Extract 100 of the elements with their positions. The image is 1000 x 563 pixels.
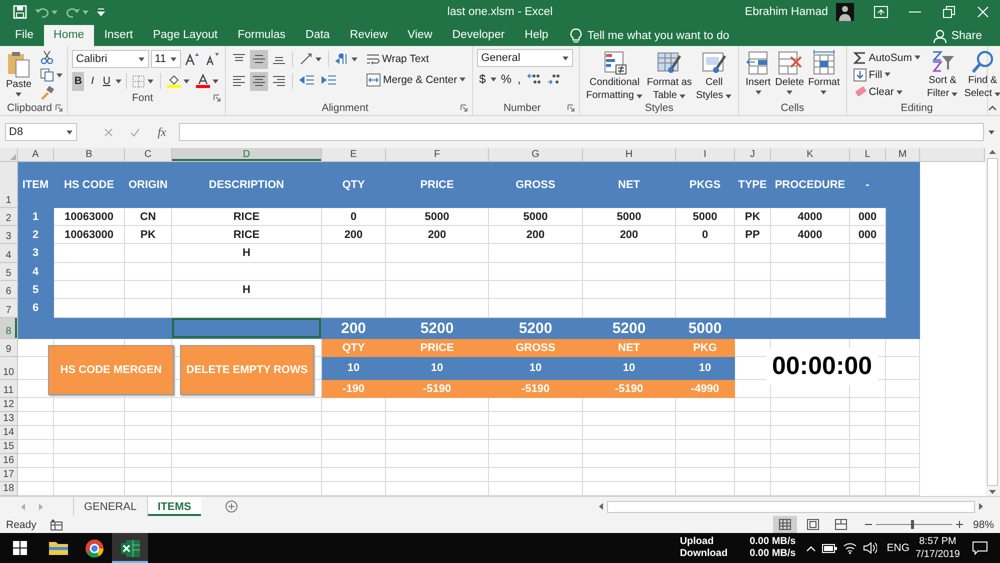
row-header[interactable]: 14 bbox=[0, 426, 18, 440]
table-cell: ORIGIN bbox=[125, 162, 172, 208]
styles-button[interactable]: Cell Styles bbox=[694, 49, 734, 101]
cells-button[interactable]: Insert bbox=[743, 49, 774, 101]
column-header[interactable]: J bbox=[735, 148, 771, 162]
group-label: Font bbox=[130, 92, 154, 104]
row-header[interactable]: 17 bbox=[0, 468, 18, 482]
column-header[interactable]: E bbox=[322, 148, 386, 162]
table-cell: H bbox=[172, 244, 322, 263]
table-cell: 4000 bbox=[771, 226, 850, 244]
column-header[interactable]: H bbox=[583, 148, 676, 162]
number-format-button[interactable]: $ bbox=[477, 70, 488, 88]
column-header[interactable]: M bbox=[886, 148, 920, 162]
ribbon-tab[interactable]: Review bbox=[340, 25, 398, 46]
row-header[interactable]: 15 bbox=[0, 440, 18, 454]
tell-me-box[interactable]: Tell me what you want to do bbox=[570, 25, 730, 46]
sheet-tab[interactable]: ITEMS bbox=[146, 497, 202, 516]
table-cell: NET bbox=[583, 339, 676, 357]
column-header[interactable]: F bbox=[386, 148, 489, 162]
row-header[interactable]: 18 bbox=[0, 482, 18, 496]
group-label: Cells bbox=[780, 102, 806, 114]
styles-button[interactable]: Conditional Formatting bbox=[584, 49, 645, 101]
ribbon-tab[interactable]: View bbox=[398, 25, 442, 46]
font-name-field[interactable]: Calibri bbox=[72, 50, 149, 68]
column-header[interactable]: B bbox=[54, 148, 125, 162]
row-header[interactable]: 9 bbox=[0, 339, 18, 357]
table-cell: 5 bbox=[18, 281, 54, 299]
user-name[interactable]: Ebrahim Hamad bbox=[744, 6, 828, 18]
fill-button[interactable]: Fill bbox=[850, 66, 923, 84]
editing-button[interactable]: Sort & Filter bbox=[924, 49, 960, 101]
group-label: Styles bbox=[644, 102, 674, 114]
ribbon-tab[interactable]: Page Layout bbox=[142, 25, 228, 46]
ribbon-tab[interactable]: File bbox=[5, 25, 44, 46]
table-cell: 5000 bbox=[386, 208, 489, 226]
table-cell: 200 bbox=[322, 318, 386, 339]
cells-button[interactable]: Delete bbox=[773, 49, 806, 101]
row-header[interactable]: 2 bbox=[0, 208, 18, 226]
ribbon-tab[interactable]: Developer bbox=[442, 25, 515, 46]
clock-time[interactable]: 8:57 PM bbox=[919, 535, 956, 548]
font-style-button[interactable]: B bbox=[72, 72, 84, 90]
merge-center-button[interactable]: Merge & Center bbox=[364, 70, 468, 89]
row-header[interactable]: 7 bbox=[0, 299, 18, 318]
table-cell: 5000 bbox=[583, 208, 676, 226]
ribbon-tab[interactable]: Home bbox=[44, 25, 94, 46]
table-cell: PRICE bbox=[386, 162, 489, 208]
styles-button[interactable]: Format as Table bbox=[644, 49, 694, 101]
table-cell: RICE bbox=[172, 208, 322, 226]
row-header[interactable]: 16 bbox=[0, 454, 18, 468]
row-header[interactable]: 1 bbox=[0, 162, 18, 208]
status-text: Ready bbox=[6, 518, 36, 530]
table-cell: 200 bbox=[322, 226, 386, 244]
column-header[interactable]: G bbox=[489, 148, 583, 162]
wrap-text-button[interactable]: Wrap Text bbox=[364, 49, 468, 68]
row-header[interactable]: 5 bbox=[0, 263, 18, 281]
insert-function-button[interactable]: fx bbox=[158, 124, 166, 140]
font-style-button[interactable]: U bbox=[100, 72, 113, 90]
language-button[interactable]: ENG bbox=[886, 542, 910, 554]
editing-button[interactable]: Find & Select bbox=[962, 49, 1000, 101]
ribbon-tab[interactable]: Help bbox=[514, 25, 558, 46]
table-cell: DESCRIPTION bbox=[172, 162, 322, 208]
autosum-button[interactable]: AutoSum bbox=[850, 49, 923, 66]
row-header[interactable]: 13 bbox=[0, 412, 18, 426]
share-button[interactable]: Share bbox=[933, 25, 982, 46]
table-cell: H bbox=[172, 281, 322, 299]
row-header[interactable]: 3 bbox=[0, 226, 18, 244]
row-header[interactable]: 8 bbox=[0, 318, 18, 339]
clock-date[interactable]: 7/17/2019 bbox=[916, 548, 960, 561]
table-cell: PK bbox=[125, 226, 172, 244]
number-format-field[interactable]: General bbox=[477, 49, 574, 67]
row-header[interactable]: 6 bbox=[0, 281, 18, 299]
number-format-button[interactable]: % bbox=[498, 70, 514, 88]
table-cell: GROSS bbox=[489, 339, 583, 357]
table-cell: 6 bbox=[18, 299, 54, 318]
column-header[interactable]: I bbox=[676, 148, 735, 162]
row-header[interactable]: 10 bbox=[0, 357, 18, 380]
table-cell: 10 bbox=[489, 357, 583, 380]
row-header[interactable]: 4 bbox=[0, 244, 18, 263]
ribbon-tab[interactable]: Data bbox=[296, 25, 340, 46]
font-style-button[interactable]: I bbox=[86, 72, 99, 90]
row-header[interactable]: 11 bbox=[0, 380, 18, 398]
column-header[interactable]: K bbox=[771, 148, 850, 162]
column-header[interactable]: C bbox=[125, 148, 172, 162]
column-header[interactable]: A bbox=[18, 148, 54, 162]
paste-button[interactable]: Paste bbox=[4, 49, 34, 101]
table-cell: PRICE bbox=[386, 339, 489, 357]
table-cell: -190 bbox=[322, 380, 386, 398]
group-label: Editing bbox=[900, 102, 934, 114]
cells-button[interactable]: Format bbox=[806, 49, 842, 101]
clear-button[interactable]: Clear bbox=[850, 84, 923, 101]
upload-speed: 0.00 MB/s bbox=[750, 536, 796, 548]
zoom-level-text[interactable]: 98% bbox=[972, 518, 994, 530]
font-size-field[interactable]: 11 bbox=[150, 50, 181, 68]
ribbon-tab[interactable]: Formulas bbox=[228, 25, 296, 46]
ribbon-tab[interactable]: Insert bbox=[94, 25, 143, 46]
name-box[interactable]: D8 bbox=[5, 123, 77, 141]
column-header[interactable]: D bbox=[172, 148, 322, 162]
number-format-button[interactable]: , bbox=[515, 70, 523, 88]
column-header[interactable]: L bbox=[850, 148, 886, 162]
group-label: Alignment bbox=[320, 102, 370, 114]
row-header[interactable]: 12 bbox=[0, 398, 18, 412]
